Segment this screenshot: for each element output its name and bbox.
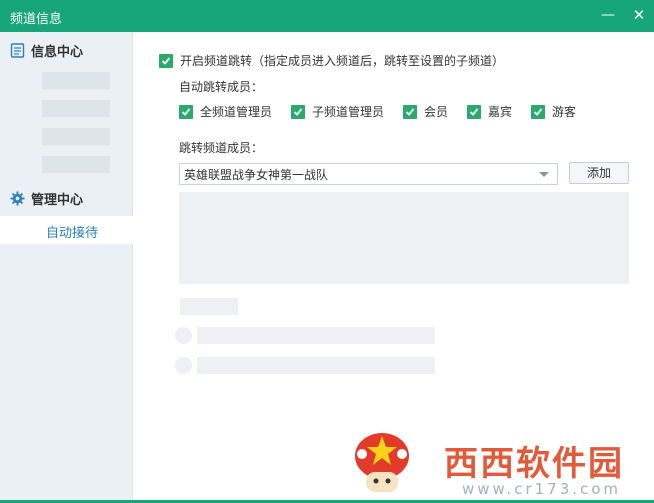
checkbox-label: 开启频道跳转（指定成员进入频道后，跳转至设置的子频道） bbox=[180, 54, 505, 68]
placeholder-avatar bbox=[175, 327, 192, 344]
gear-icon bbox=[10, 190, 25, 206]
watermark-brand: 西西软件园 bbox=[444, 444, 624, 484]
role-checkbox-visitor[interactable]: 游客 bbox=[531, 103, 576, 120]
enable-redirect-checkbox[interactable]: 开启频道跳转（指定成员进入频道后，跳转至设置的子频道） bbox=[159, 52, 504, 69]
member-select-value: 英雄联盟战争女神第一战队 bbox=[184, 167, 329, 182]
placeholder-bar bbox=[197, 327, 435, 344]
checkbox-label: 子频道管理员 bbox=[312, 105, 385, 119]
role-checkbox-guest[interactable]: 嘉宾 bbox=[467, 103, 512, 120]
sidebar-item-label: 自动接待 bbox=[46, 226, 99, 241]
checkbox-label: 嘉宾 bbox=[488, 105, 513, 119]
member-list-box bbox=[179, 192, 629, 284]
placeholder-bar bbox=[180, 298, 238, 315]
auto-redirect-label: 自动跳转成员： bbox=[179, 80, 264, 94]
checkbox-label: 全频道管理员 bbox=[200, 105, 273, 119]
window-title: 频道信息 bbox=[10, 12, 63, 27]
checkbox-checked-icon bbox=[159, 53, 173, 68]
watermark: 西西软件园 www.cr173.com bbox=[352, 430, 654, 503]
document-icon bbox=[10, 42, 25, 58]
sidebar-item-placeholder bbox=[42, 100, 110, 117]
role-checkbox-all-admin[interactable]: 全频道管理员 bbox=[179, 103, 272, 120]
role-checkbox-member[interactable]: 会员 bbox=[403, 103, 448, 120]
placeholder-avatar bbox=[175, 357, 192, 374]
checkbox-label: 游客 bbox=[552, 105, 577, 119]
sidebar-section-info-center[interactable]: 信息中心 bbox=[10, 40, 83, 60]
placeholder-bar bbox=[197, 357, 435, 374]
sidebar-section-management-center[interactable]: 管理中心 bbox=[10, 188, 83, 208]
checkbox-checked-icon bbox=[291, 104, 305, 119]
checkbox-checked-icon bbox=[531, 104, 545, 119]
watermark-url: www.cr173.com bbox=[462, 480, 622, 498]
sidebar-item-auto-reception[interactable]: 自动接待 bbox=[0, 216, 133, 244]
checkbox-checked-icon bbox=[403, 104, 417, 119]
role-checkbox-sub-admin[interactable]: 子频道管理员 bbox=[291, 103, 384, 120]
close-button[interactable]: ✕ bbox=[627, 4, 651, 26]
sidebar-item-placeholder bbox=[42, 128, 110, 145]
sidebar: 信息中心 管理中心 自动接待 bbox=[0, 32, 133, 503]
title-bar: 频道信息 — ✕ bbox=[0, 0, 654, 32]
checkbox-checked-icon bbox=[467, 104, 481, 119]
mushroom-logo-icon bbox=[355, 433, 409, 492]
sidebar-section-label: 信息中心 bbox=[31, 44, 84, 60]
sidebar-section-label: 管理中心 bbox=[31, 192, 84, 208]
checkbox-checked-icon bbox=[179, 104, 193, 119]
chevron-down-icon[interactable] bbox=[539, 172, 549, 177]
redirect-members-label: 跳转频道成员： bbox=[179, 141, 264, 155]
checkbox-label: 会员 bbox=[424, 105, 449, 119]
sidebar-item-placeholder bbox=[42, 72, 110, 89]
add-button[interactable]: 添加 bbox=[569, 162, 629, 184]
sidebar-item-placeholder bbox=[42, 156, 110, 173]
member-select[interactable]: 英雄联盟战争女神第一战队 bbox=[179, 163, 558, 185]
minimize-button[interactable]: — bbox=[596, 4, 620, 26]
